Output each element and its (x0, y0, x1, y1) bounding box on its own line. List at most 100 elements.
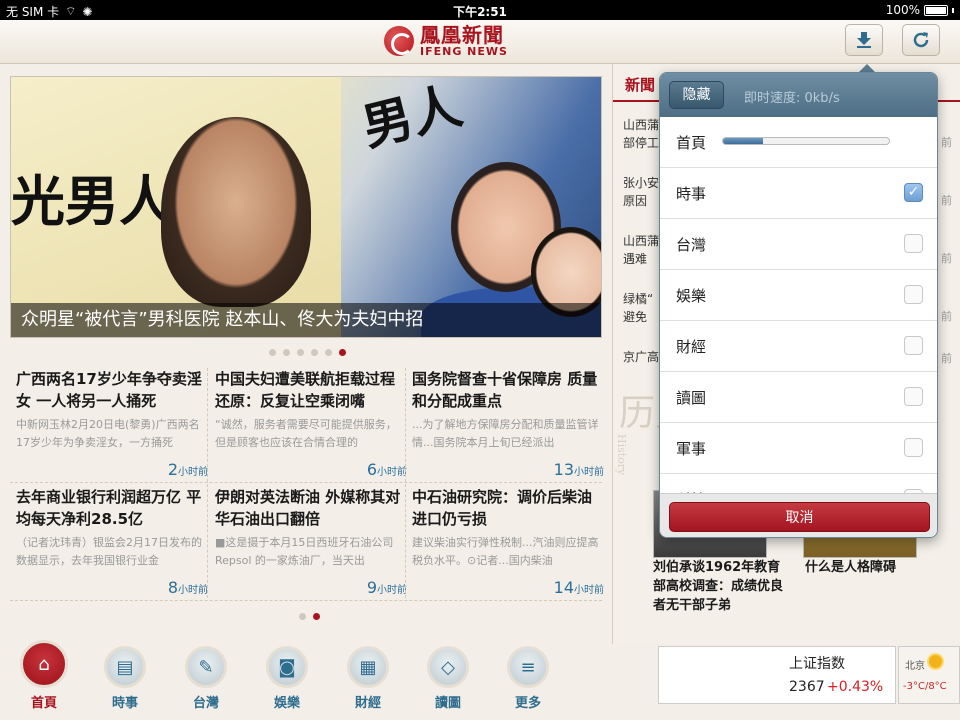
hero-magazine-title-left: 光男人 (11, 169, 173, 233)
news-card[interactable]: 广西两名17岁少年争夺卖淫女 一人将另一人捅死 中新网玉林2月20日电(黎勇)广西… (16, 368, 208, 479)
list-item[interactable]: 张小安 原因 (623, 174, 659, 210)
hero-caption[interactable]: 众明星“被代言”男科医院 赵本山、佟大为夫妇中招 (11, 303, 601, 337)
download-channel-list[interactable]: 首頁時事 ✓ 台灣娛樂財經讀圖軍事科技 (660, 117, 937, 493)
hide-button[interactable]: 隐藏 (669, 81, 724, 109)
news-card[interactable]: 中国夫妇遭美联航拒载过程还原：反复让空乘闭嘴 “诚然，服务者需要尽可能提供服务，但… (215, 368, 407, 479)
grid-page-dots[interactable] (299, 613, 320, 620)
channel-row[interactable]: 財經 (660, 321, 937, 372)
hero-page-dot[interactable] (269, 349, 276, 356)
list-item-line: 绿橘“ (623, 292, 654, 306)
logo-subtitle: IFENG NEWS (420, 45, 508, 58)
bottom-tab-bar: ⌂ 首頁 ▤ 時事 ✎ 台灣 ◙ 娛樂 ▦ 財經 ◇ 讀圖 ≡ 更多 (0, 640, 612, 720)
news-title: 国务院督查十省保障房 质量和分配成重点 (412, 370, 598, 410)
news-time-number: 6 (366, 460, 377, 479)
hero-page-dot[interactable] (339, 349, 346, 356)
stock-value: 2367 (789, 679, 825, 695)
news-time-number: 9 (366, 578, 377, 597)
tab-label: 財經 (354, 696, 381, 711)
hero-image-person-left (161, 117, 311, 307)
channel-checkbox[interactable] (904, 234, 923, 253)
channel-label: 台灣 (676, 236, 707, 254)
news-time: 14小时前 (412, 578, 604, 597)
channel-row[interactable]: 時事 ✓ (660, 168, 937, 219)
hero-page-dot[interactable] (325, 349, 332, 356)
channel-label: 時事 (676, 185, 707, 203)
channel-checkbox[interactable] (904, 438, 923, 457)
news-card[interactable]: 伊朗对英法断油 外媒称其对华石油出口翻倍 ■这是摄于本月15日西班牙石油公司Rep… (215, 486, 407, 597)
tab-1[interactable]: ▤ 時事 (95, 644, 155, 720)
divider (405, 368, 406, 598)
channel-checkbox[interactable] (904, 336, 923, 355)
channel-row[interactable]: 娛樂 (660, 270, 937, 321)
channel-checkbox[interactable] (904, 285, 923, 304)
sun-icon (929, 655, 942, 668)
battery-tip (952, 7, 954, 13)
app-logo: 鳳凰新聞 IFENG NEWS (384, 24, 508, 58)
cancel-button[interactable]: 取消 (669, 502, 930, 532)
news-title: 伊朗对英法断油 外媒称其对华石油出口翻倍 (215, 488, 401, 528)
list-item-line: 张小安 (623, 176, 660, 190)
taiwan-map-icon: ✎ (185, 646, 227, 688)
refresh-button[interactable] (902, 24, 940, 56)
weather-city: 北京 (905, 661, 925, 672)
news-card[interactable]: 国务院督查十省保障房 质量和分配成重点 ...为了解地方保障房分配和质量监管详情.… (412, 368, 604, 479)
weather-widget[interactable]: 北京 -3°C/8°C (898, 646, 960, 704)
tab-label: 讀圖 (434, 696, 461, 711)
app-header: 鳳凰新聞 IFENG NEWS (0, 20, 960, 64)
news-card[interactable]: 去年商业银行利润超万亿 平均每天净利28.5亿 （记者沈玮青）银监会2月17日发布… (16, 486, 208, 597)
history-caption[interactable]: 刘伯承谈1962年教育部高校调查：成绩优良者无干部子弟 (653, 558, 793, 615)
offline-download-popover: 隐藏 即时速度: 0kb/s 首頁時事 ✓ 台灣娛樂財經讀圖軍事科技 取消 (659, 72, 938, 538)
news-time-number: 14 (553, 578, 574, 597)
news-time: 6小时前 (215, 460, 407, 479)
tab-6[interactable]: ≡ 更多 (498, 644, 558, 720)
hero-page-dots[interactable] (269, 349, 346, 356)
news-time: 2小时前 (16, 460, 208, 479)
list-item-time: 前 (941, 252, 952, 265)
list-item-time: 前 (941, 194, 952, 207)
divider (10, 482, 602, 483)
list-item[interactable]: 山西蒲 遇难 (623, 232, 659, 268)
download-icon (857, 32, 871, 48)
channel-row[interactable]: 讀圖 (660, 372, 937, 423)
channel-label: 讀圖 (676, 389, 707, 407)
news-time-unit: 小时前 (574, 585, 604, 596)
stock-ticker[interactable]: 上证指数 2367 +0.43% (658, 646, 896, 704)
tab-5[interactable]: ◇ 讀圖 (418, 644, 478, 720)
channel-row[interactable]: 軍事 (660, 423, 937, 474)
channel-row[interactable]: 首頁 (660, 117, 937, 168)
channel-checkbox[interactable] (904, 387, 923, 406)
hero-carousel[interactable]: 光男人 男人 众明星“被代言”男科医院 赵本山、佟大为夫妇中招 (10, 76, 602, 338)
tab-0[interactable]: ⌂ 首頁 (14, 640, 74, 720)
list-item[interactable]: 京广高 (623, 348, 659, 366)
grid-page-dot[interactable] (313, 613, 320, 620)
offline-download-button[interactable] (845, 24, 883, 56)
popover-header: 隐藏 即时速度: 0kb/s (660, 73, 937, 117)
list-item[interactable]: 山西蒲 部停工 (623, 116, 659, 152)
news-time-unit: 小时前 (377, 585, 407, 596)
tab-2[interactable]: ✎ 台灣 (176, 644, 236, 720)
history-watermark-en: History (615, 434, 628, 476)
channel-row[interactable]: 台灣 (660, 219, 937, 270)
personality-caption[interactable]: 什么是人格障碍 (805, 558, 945, 577)
news-time-unit: 小时前 (178, 585, 208, 596)
download-progress-bar (722, 137, 890, 145)
list-item-line: 遇难 (623, 252, 648, 266)
news-time-unit: 小时前 (178, 467, 208, 478)
news-title: 中石油研究院：调价后柴油进口仍亏损 (412, 488, 593, 528)
list-item[interactable]: 绿橘“ 避免 (623, 290, 653, 326)
news-snippet: 中新网玉林2月20日电(黎勇)广西两名17岁少年为争卖淫女，一方捅死 (16, 418, 200, 449)
tab-4[interactable]: ▦ 財經 (338, 644, 398, 720)
camera-icon: ◙ (266, 646, 308, 688)
hero-page-dot[interactable] (311, 349, 318, 356)
news-title: 去年商业银行利润超万亿 平均每天净利28.5亿 (16, 488, 202, 528)
news-card[interactable]: 中石油研究院：调价后柴油进口仍亏损 建议柴油实行弹性税制...汽油则应提高税负水平… (412, 486, 604, 597)
list-item-line: 原因 (623, 194, 648, 208)
channel-checkbox[interactable]: ✓ (904, 183, 923, 202)
hero-page-dot[interactable] (283, 349, 290, 356)
grid-page-dot[interactable] (299, 613, 306, 620)
channel-label: 軍事 (676, 440, 707, 458)
news-time-number: 13 (553, 460, 574, 479)
channel-row[interactable]: 科技 (660, 474, 937, 493)
hero-page-dot[interactable] (297, 349, 304, 356)
tab-3[interactable]: ◙ 娛樂 (257, 644, 317, 720)
